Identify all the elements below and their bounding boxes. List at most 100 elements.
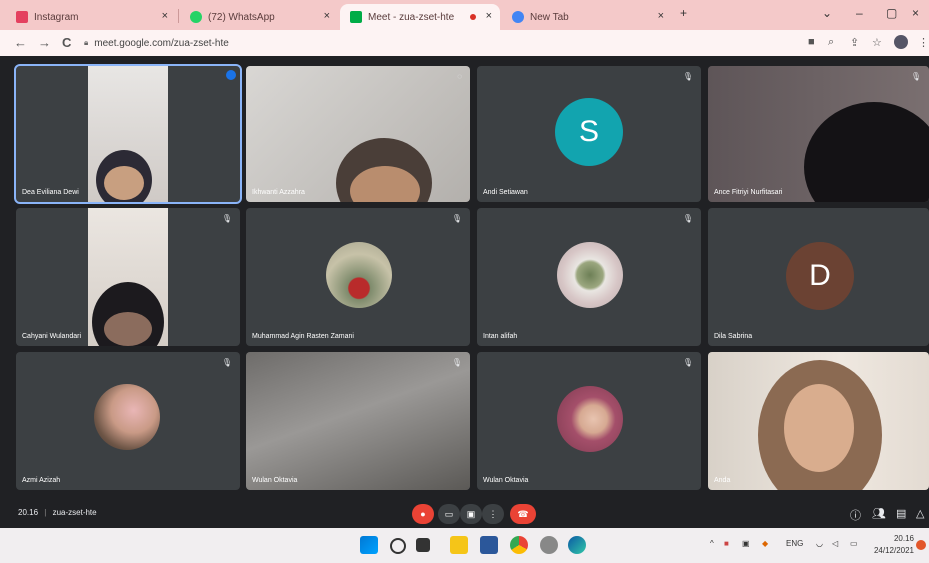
video-feed bbox=[246, 352, 470, 490]
mic-off-icon: 🎙︎ bbox=[451, 214, 462, 223]
language-indicator[interactable]: ENG bbox=[786, 539, 803, 548]
face bbox=[784, 384, 854, 472]
participant-name: Intan alifah bbox=[483, 333, 518, 340]
chrome-taskbar-icon[interactable] bbox=[510, 536, 528, 554]
participant-name: Anda bbox=[714, 477, 731, 484]
search-icon[interactable] bbox=[390, 538, 406, 554]
meet-icon bbox=[350, 11, 362, 23]
face bbox=[104, 312, 152, 346]
camera-permission-icon[interactable]: ■ bbox=[808, 36, 815, 48]
participant-name: Wulan Oktavia bbox=[483, 477, 529, 484]
participant-tile[interactable]: D Dila Sabrina bbox=[708, 208, 929, 346]
present-screen-button[interactable]: ▣ bbox=[460, 504, 482, 524]
share-icon[interactable]: ⇪ bbox=[850, 36, 859, 49]
participant-name: Azmi Azizah bbox=[22, 477, 61, 484]
meet-area: Dea Eviliana Dewi ◌ Ikhwanti Azzahra S 🎙… bbox=[0, 56, 929, 528]
recording-dot-icon bbox=[470, 14, 476, 20]
tab-separator bbox=[178, 9, 179, 23]
close-tab-icon[interactable]: × bbox=[658, 10, 664, 22]
tray-app-icon[interactable]: ■ bbox=[724, 539, 729, 548]
meeting-info-icon[interactable]: ⓘ bbox=[850, 507, 861, 523]
meeting-code: zua-zset-hte bbox=[52, 508, 97, 517]
address-bar[interactable]: 🔒︎ meet.google.com/zua-zset-hte bbox=[84, 33, 804, 53]
close-tab-icon[interactable]: × bbox=[162, 10, 168, 22]
participant-avatar bbox=[557, 386, 623, 452]
mic-off-icon: 🎙︎ bbox=[451, 358, 462, 367]
participant-tile[interactable]: Anda bbox=[708, 352, 929, 490]
participant-tile[interactable]: 🎙︎ Cahyani Wulandari bbox=[16, 208, 240, 346]
participant-avatar bbox=[557, 242, 623, 308]
tab-instagram[interactable]: Instagram × bbox=[6, 4, 176, 30]
zoom-icon[interactable]: ⌕ bbox=[828, 36, 834, 49]
back-button[interactable]: ← bbox=[14, 35, 27, 50]
maximize-button[interactable]: ▢ bbox=[886, 6, 897, 20]
participant-avatar bbox=[326, 242, 392, 308]
mic-off-icon: 🎙︎ bbox=[682, 214, 693, 223]
close-tab-icon[interactable]: × bbox=[324, 10, 330, 22]
participant-tile[interactable]: ◌ Ikhwanti Azzahra bbox=[246, 66, 470, 202]
participant-name: Dila Sabrina bbox=[714, 333, 753, 340]
participant-name: Andi Setiawan bbox=[483, 189, 528, 196]
close-window-button[interactable]: × bbox=[912, 6, 919, 20]
activities-icon[interactable]: △ bbox=[916, 507, 924, 520]
forward-button[interactable]: → bbox=[38, 35, 51, 50]
face bbox=[104, 166, 144, 200]
system-clock[interactable]: 20.16 24/12/2021 bbox=[870, 533, 914, 557]
wifi-icon[interactable]: ◡ bbox=[816, 539, 823, 548]
mic-off-icon: 🎙︎ bbox=[221, 358, 232, 367]
participant-tile[interactable]: 🎙︎ Wulan Oktavia bbox=[477, 352, 701, 490]
participant-tile[interactable]: Dea Eviliana Dewi bbox=[14, 64, 242, 204]
meeting-separator: | bbox=[44, 508, 47, 517]
participant-tile[interactable]: 🎙︎ Azmi Azizah bbox=[16, 352, 240, 490]
browser-toolbar: ← → C 🔒︎ meet.google.com/zua-zset-hte ■ … bbox=[0, 30, 929, 56]
participant-name: Muhammad Agin Rasten Zamani bbox=[252, 333, 354, 340]
word-icon[interactable] bbox=[480, 536, 498, 554]
more-options-button[interactable]: ⋮ bbox=[482, 504, 504, 524]
settings-gear-icon[interactable] bbox=[540, 536, 558, 554]
volume-icon[interactable]: ◁ bbox=[832, 539, 838, 548]
taskbar: ^ ■ ▣ ◆ ENG ◡ ◁ ▭ 20.16 24/12/2021 bbox=[0, 528, 929, 563]
task-view-icon[interactable] bbox=[416, 538, 430, 552]
reload-button[interactable]: C bbox=[62, 35, 71, 50]
tab-new-tab[interactable]: New Tab × bbox=[502, 4, 672, 30]
tray-app-icon[interactable]: ▣ bbox=[742, 539, 750, 548]
profile-avatar[interactable] bbox=[894, 35, 908, 49]
whatsapp-icon bbox=[190, 11, 202, 23]
participant-name: Wulan Oktavia bbox=[252, 477, 298, 484]
tab-label: (72) WhatsApp bbox=[208, 11, 275, 23]
meeting-details: 20.16 | zua-zset-hte bbox=[18, 508, 97, 517]
start-button[interactable] bbox=[360, 536, 378, 554]
leave-call-button[interactable]: ☎︎ bbox=[510, 504, 536, 524]
menu-icon[interactable]: ⋮ bbox=[918, 36, 929, 49]
participant-tile[interactable]: 🎙︎ Intan alifah bbox=[477, 208, 701, 346]
participant-name: Cahyani Wulandari bbox=[22, 333, 82, 340]
file-explorer-icon[interactable] bbox=[450, 536, 468, 554]
people-icon[interactable]: 👥︎ bbox=[872, 507, 886, 520]
clock-time: 20.16 bbox=[893, 534, 914, 543]
mic-off-icon: 🎙︎ bbox=[221, 214, 232, 223]
participant-name: Ance Fitriyi Nurfitasari bbox=[714, 189, 783, 196]
tab-search-icon[interactable]: ⌄ bbox=[822, 6, 832, 20]
battery-icon[interactable]: ▭ bbox=[850, 539, 858, 548]
tab-whatsapp[interactable]: (72) WhatsApp × bbox=[180, 4, 338, 30]
minimize-button[interactable]: – bbox=[856, 6, 863, 20]
chat-icon[interactable]: ▤ bbox=[896, 507, 906, 520]
camera-toggle-button[interactable]: ▭ bbox=[438, 504, 460, 524]
participant-tile[interactable]: 🎙︎ Wulan Oktavia bbox=[246, 352, 470, 490]
close-tab-icon[interactable]: × bbox=[486, 10, 492, 22]
mic-off-icon: 🎙︎ bbox=[682, 358, 693, 367]
participant-tile[interactable]: S 🎙︎ Andi Setiawan bbox=[477, 66, 701, 202]
tab-label: Instagram bbox=[34, 11, 79, 23]
participant-tile[interactable]: 🎙︎ Ance Fitriyi Nurfitasari bbox=[708, 66, 929, 202]
notification-icon[interactable] bbox=[916, 540, 926, 550]
new-tab-button[interactable]: + bbox=[680, 6, 687, 20]
edge-icon[interactable] bbox=[568, 536, 586, 554]
participant-tile[interactable]: 🎙︎ Muhammad Agin Rasten Zamani bbox=[246, 208, 470, 346]
participant-name: Ikhwanti Azzahra bbox=[252, 189, 305, 196]
avatar-initial: D bbox=[809, 259, 831, 292]
show-hidden-icons-icon[interactable]: ^ bbox=[710, 539, 714, 548]
mic-toggle-button[interactable]: ● bbox=[412, 504, 434, 524]
tray-app-icon[interactable]: ◆ bbox=[762, 539, 768, 548]
bookmark-star-icon[interactable]: ☆ bbox=[872, 36, 882, 49]
tab-meet[interactable]: Meet - zua-zset-hte × bbox=[340, 4, 500, 30]
